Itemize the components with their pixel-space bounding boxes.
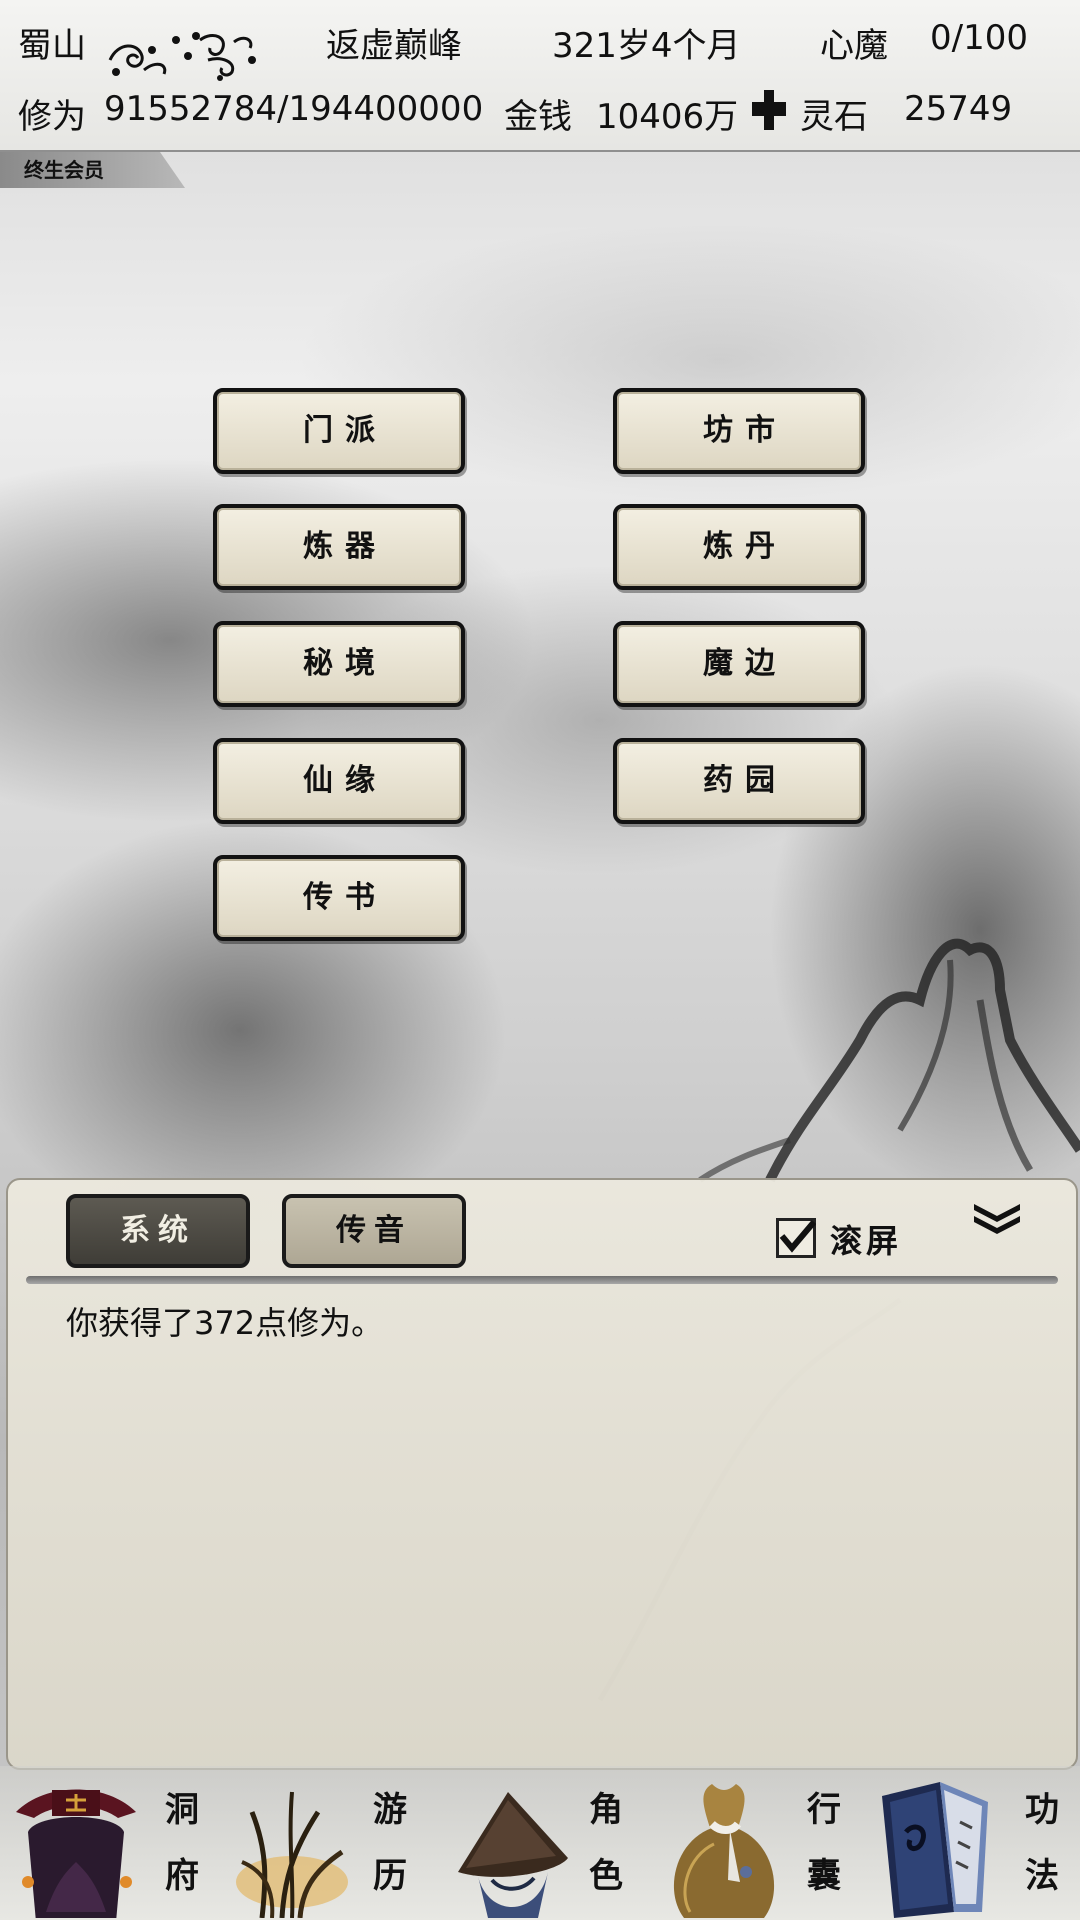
book-icon [882,1782,988,1918]
inner-demon-label: 心魔 [820,26,888,66]
market-button[interactable]: 坊市 [613,388,865,474]
market-button-label: 坊市 [703,413,787,448]
immortal-fate-button[interactable]: 仙缘 [213,738,465,824]
nav-cave-dwelling[interactable]: 洞 府 [0,1766,216,1920]
tab-system[interactable]: 系统 [66,1194,250,1268]
chevron-double-down-icon[interactable] [970,1200,1024,1238]
spirit-stone-icon [752,90,786,130]
cave-lord-icon [16,1789,136,1918]
money-label: 金钱 [504,97,572,137]
nav-techniques-char1: 功 [1025,1790,1059,1830]
scroll-label: 滚屏 [830,1222,903,1260]
secret-realm-button[interactable]: 秘境 [213,621,465,707]
lifetime-member-badge: 终生会员 [0,152,185,188]
secret-realm-button-label: 秘境 [303,646,387,681]
nav-bag-char2: 囊 [807,1856,841,1896]
spirit-stone-label: 灵石 [800,97,868,137]
letters-button[interactable]: 传书 [213,855,465,941]
herb-garden-button[interactable]: 药园 [613,738,865,824]
nav-cave-char1: 洞 [165,1790,199,1830]
nav-techniques-char2: 法 [1025,1856,1059,1896]
nav-bag[interactable]: 行 囊 [648,1766,864,1920]
nav-character-char1: 角 [589,1790,623,1830]
nav-travel[interactable]: 游 历 [216,1766,432,1920]
alchemy-button-label: 炼丹 [703,529,787,564]
tab-voice[interactable]: 传音 [282,1194,466,1268]
scroll-checkbox[interactable] [776,1218,816,1258]
nav-travel-char1: 游 [373,1790,407,1830]
cultivation-label: 修为 [18,97,86,137]
chat-message: 你获得了372点修为。 [66,1304,384,1342]
nav-character[interactable]: 角 色 [432,1766,648,1920]
nav-cave-char2: 府 [165,1856,199,1896]
bag-icon [673,1784,775,1918]
realm-label: 返虚巅峰 [326,26,462,66]
forging-button[interactable]: 炼器 [213,504,465,590]
nav-character-char2: 色 [589,1856,623,1896]
sect-button-label: 门派 [303,413,387,448]
travel-grass-icon [236,1791,348,1918]
cloud-ornament-icon [108,32,256,81]
money-value: 10406万 [596,97,739,137]
demon-border-button[interactable]: 魔边 [613,621,865,707]
nav-travel-char2: 历 [373,1856,407,1896]
nav-techniques[interactable]: 功 法 [864,1766,1080,1920]
nav-bag-char1: 行 [807,1790,841,1830]
chat-divider [26,1276,1058,1284]
age-label: 321岁4个月 [552,26,741,66]
status-bar: 蜀山 返虚巅峰 321岁4个月 心魔 0/100 修为 91552784/194… [0,0,1080,152]
inner-demon-value: 0/100 [930,18,1028,58]
immortal-fate-button-label: 仙缘 [303,763,387,798]
checkmark-icon [779,1220,816,1253]
character-hat-icon [458,1792,568,1918]
chat-panel: 系统 传音 滚屏 你获得了372点修为。 [6,1178,1078,1770]
demon-border-button-label: 魔边 [703,646,787,681]
cultivation-value: 91552784/194400000 [104,89,484,129]
bottom-nav: 洞 府 游 历 角 色 行 囊 功 法 [0,1766,1080,1920]
location-label: 蜀山 [18,26,86,66]
letters-button-label: 传书 [303,880,387,915]
alchemy-button[interactable]: 炼丹 [613,504,865,590]
herb-garden-button-label: 药园 [703,763,787,798]
forging-button-label: 炼器 [303,529,387,564]
sect-button[interactable]: 门派 [213,388,465,474]
spirit-stone-value: 25749 [904,89,1013,129]
